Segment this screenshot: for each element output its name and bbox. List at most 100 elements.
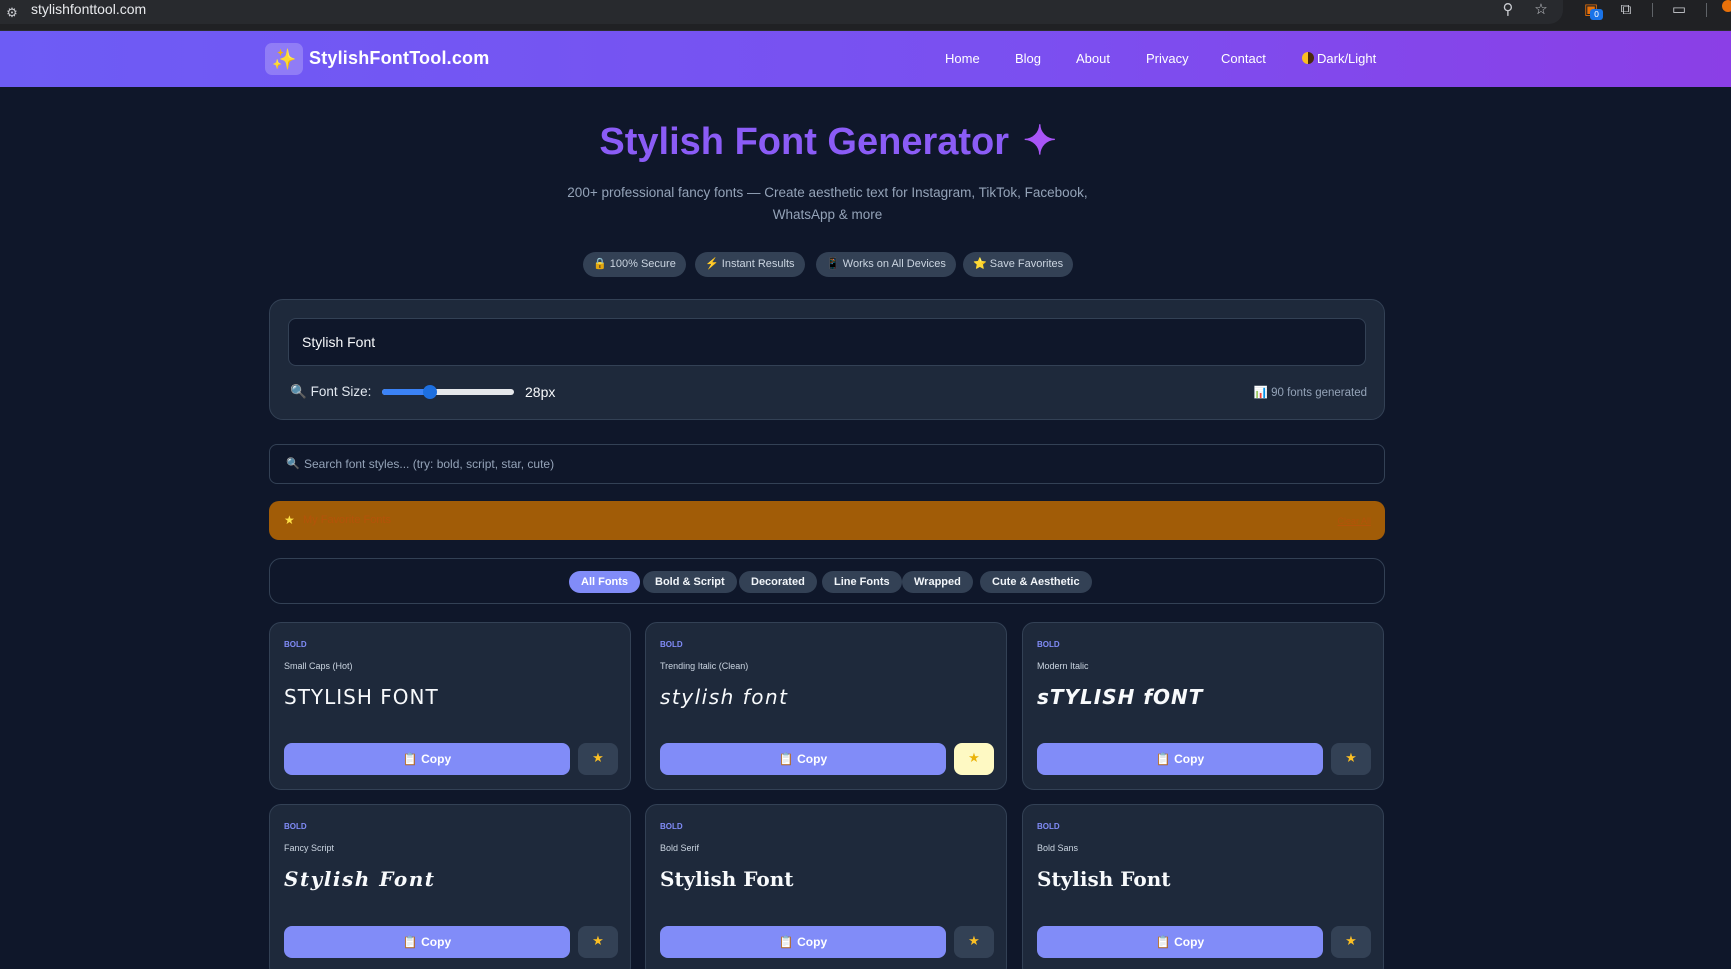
reading-mode-icon[interactable]: ▭	[1668, 0, 1690, 20]
font-category: BOLD	[284, 822, 307, 831]
nav-home[interactable]: Home	[945, 51, 980, 66]
badge-devices: 📱 Works on All Devices	[816, 252, 956, 277]
clipboard-icon: 📋	[402, 935, 418, 949]
font-name: Small Caps (Hot)	[284, 661, 353, 671]
badge-label: Save Favorites	[989, 258, 1064, 270]
font-size-slider[interactable]	[382, 385, 514, 399]
site-header: ✨ StylishFontTool.com Home Blog About Pr…	[0, 31, 1731, 87]
address-bar[interactable]	[0, 0, 1563, 24]
font-name: Modern Italic	[1037, 661, 1089, 671]
lock-icon: 🔒	[593, 258, 607, 270]
tab-wrapped[interactable]: Wrapped	[902, 571, 973, 593]
magnifier-icon: 🔍	[290, 384, 307, 399]
search-icon: 🔍	[286, 457, 300, 470]
toolbar-divider	[1652, 3, 1653, 17]
font-category: BOLD	[284, 640, 307, 649]
font-preview: stylish font	[660, 685, 789, 709]
font-card: BOLD Trending Italic (Clean) stylish fon…	[645, 622, 1007, 790]
tab-cute-aesthetic[interactable]: Cute & Aesthetic	[980, 571, 1092, 593]
sparkles-icon: ✦	[1023, 119, 1057, 163]
nav-about[interactable]: About	[1076, 51, 1110, 66]
filter-tabs: All Fonts Bold & Script Decorated Line F…	[269, 558, 1385, 604]
favorite-star-button[interactable]: ★	[1331, 926, 1371, 958]
font-card: BOLD Small Caps (Hot) STYLISH FONT 📋 Cop…	[269, 622, 631, 790]
copy-label: Copy	[421, 935, 452, 949]
subtitle-line: WhatsApp & more	[772, 207, 883, 222]
tab-all-fonts[interactable]: All Fonts	[569, 571, 641, 593]
font-name: Bold Serif	[660, 843, 700, 853]
font-name: Trending Italic (Clean)	[660, 661, 749, 671]
half-moon-icon	[1302, 52, 1314, 64]
font-preview: Stylish Font	[284, 867, 436, 891]
slider-handle[interactable]	[423, 385, 438, 399]
favorite-star-button[interactable]: ★	[1331, 743, 1371, 775]
font-category: BOLD	[1037, 640, 1060, 649]
favorites-bar: ★ My Favorite Fonts Clear All	[269, 501, 1385, 540]
favorite-star-button[interactable]: ★	[578, 926, 618, 958]
favorite-star-button[interactable]: ★	[954, 743, 994, 775]
address-url[interactable]: stylishfonttool.com	[31, 0, 146, 20]
tab-line-fonts[interactable]: Line Fonts	[822, 571, 902, 593]
page-title: Stylish Font Generator ✦	[0, 118, 1656, 164]
font-card: BOLD Bold Sans Stylish Font 📋 Copy ★	[1022, 804, 1384, 969]
fonts-count: 📊 90 fonts generated	[1254, 385, 1367, 399]
copy-button[interactable]: 📋 Copy	[1037, 926, 1323, 958]
star-icon: ★	[284, 513, 295, 527]
copy-label: Copy	[421, 752, 452, 766]
extension-badge: 0	[1590, 9, 1603, 20]
copy-label: Copy	[1174, 935, 1205, 949]
font-category: BOLD	[1037, 822, 1060, 831]
page-title-text: Stylish Font Generator	[599, 121, 1010, 163]
favorite-star-button[interactable]: ★	[954, 926, 994, 958]
bookmark-star-icon[interactable]: ☆	[1530, 0, 1552, 20]
copy-button[interactable]: 📋 Copy	[284, 926, 570, 958]
nav-privacy[interactable]: Privacy	[1146, 51, 1189, 66]
theme-toggle[interactable]: Dark/Light	[1302, 51, 1376, 66]
copy-button[interactable]: 📋 Copy	[660, 926, 946, 958]
chart-icon: 📊	[1253, 387, 1268, 399]
badge-favorites: ⭐ Save Favorites	[963, 252, 1074, 277]
favorite-star-button[interactable]: ★	[578, 743, 618, 775]
font-name: Fancy Script	[284, 843, 335, 853]
fonts-count-text: 90 fonts generated	[1271, 387, 1367, 399]
badge-label: Instant Results	[721, 258, 795, 270]
font-size-value: 28px	[525, 384, 556, 400]
tab-bold-script[interactable]: Bold & Script	[643, 571, 737, 593]
badge-instant: ⚡ Instant Results	[695, 252, 805, 277]
copy-button[interactable]: 📋 Copy	[1037, 743, 1323, 775]
site-settings-icon[interactable]: ⚙	[4, 6, 20, 22]
star-icon: ⭐	[973, 258, 987, 270]
font-preview: Stylish Font	[660, 867, 794, 891]
text-input[interactable]	[288, 318, 1366, 366]
clipboard-icon: 📋	[778, 752, 794, 766]
clipboard-icon: 📋	[1155, 935, 1171, 949]
font-preview: sTYLISH fONT	[1037, 685, 1204, 709]
clipboard-icon: 📋	[402, 752, 418, 766]
phone-icon: 📱	[826, 258, 840, 270]
logo-sparkle-icon[interactable]: ✨	[265, 43, 303, 75]
subtitle-line: 200+ professional fancy fonts — Create a…	[567, 185, 1088, 200]
tab-decorated[interactable]: Decorated	[739, 571, 817, 593]
font-search: 🔍	[269, 444, 1385, 484]
font-category: BOLD	[660, 640, 683, 649]
badge-label: Works on All Devices	[842, 258, 946, 270]
font-card: BOLD Fancy Script Stylish Font 📋 Copy ★	[269, 804, 631, 969]
search-input[interactable]	[304, 445, 1364, 483]
theme-toggle-label: Dark/Light	[1317, 51, 1377, 66]
site-logo[interactable]: StylishFontTool.com	[309, 48, 489, 69]
font-preview: STYLISH FONT	[284, 685, 439, 709]
profile-avatar[interactable]	[1722, 0, 1731, 12]
nav-contact[interactable]: Contact	[1221, 51, 1266, 66]
browser-toolbar: ⚙ stylishfonttool.com ⚲ ☆ ▣ 0 ⧉ ▭	[0, 0, 1731, 31]
zoom-icon[interactable]: ⚲	[1497, 0, 1519, 20]
copy-button[interactable]: 📋 Copy	[284, 743, 570, 775]
extensions-puzzle-icon[interactable]: ⧉	[1615, 0, 1637, 20]
generator-panel: 🔍 Font Size: 28px 📊 90 fonts generated	[269, 299, 1385, 420]
nav-blog[interactable]: Blog	[1015, 51, 1041, 66]
clipboard-icon: 📋	[1155, 752, 1171, 766]
copy-button[interactable]: 📋 Copy	[660, 743, 946, 775]
clear-favorites-link[interactable]: Clear All	[1337, 516, 1371, 526]
copy-label: Copy	[797, 752, 828, 766]
copy-label: Copy	[797, 935, 828, 949]
font-card: BOLD Modern Italic sTYLISH fONT 📋 Copy ★	[1022, 622, 1384, 790]
